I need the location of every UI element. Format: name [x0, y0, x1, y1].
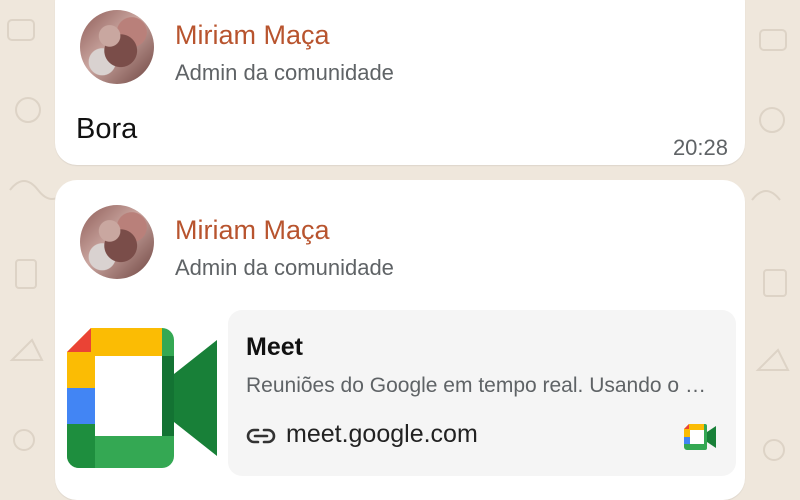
link-preview-card[interactable]: Meet Reuniões do Google em tempo real. U… [228, 310, 736, 476]
sender-role: Admin da comunidade [175, 60, 394, 85]
sender-avatar[interactable] [80, 205, 154, 279]
google-meet-logo-icon[interactable] [67, 328, 227, 468]
link-preview-description: Reuniões do Google em tempo real. Usando… [246, 374, 716, 397]
sender-name[interactable]: Miriam Maça [175, 215, 330, 246]
message-text: Bora [76, 113, 138, 145]
link-preview-domain[interactable]: meet.google.com [286, 420, 478, 449]
google-meet-small-icon [684, 424, 718, 450]
sender-name[interactable]: Miriam Maça [175, 20, 330, 51]
sender-avatar[interactable] [80, 10, 154, 84]
message-timestamp: 20:28 [672, 135, 728, 160]
message-bubble[interactable]: Miriam Maça Admin da comunidade Bora 20:… [55, 0, 745, 165]
link-icon [246, 426, 276, 446]
sender-role: Admin da comunidade [175, 255, 394, 280]
message-bubble[interactable]: Miriam Maça Admin da comunidade Meet Reu… [55, 180, 745, 500]
link-preview-title: Meet [246, 333, 303, 361]
